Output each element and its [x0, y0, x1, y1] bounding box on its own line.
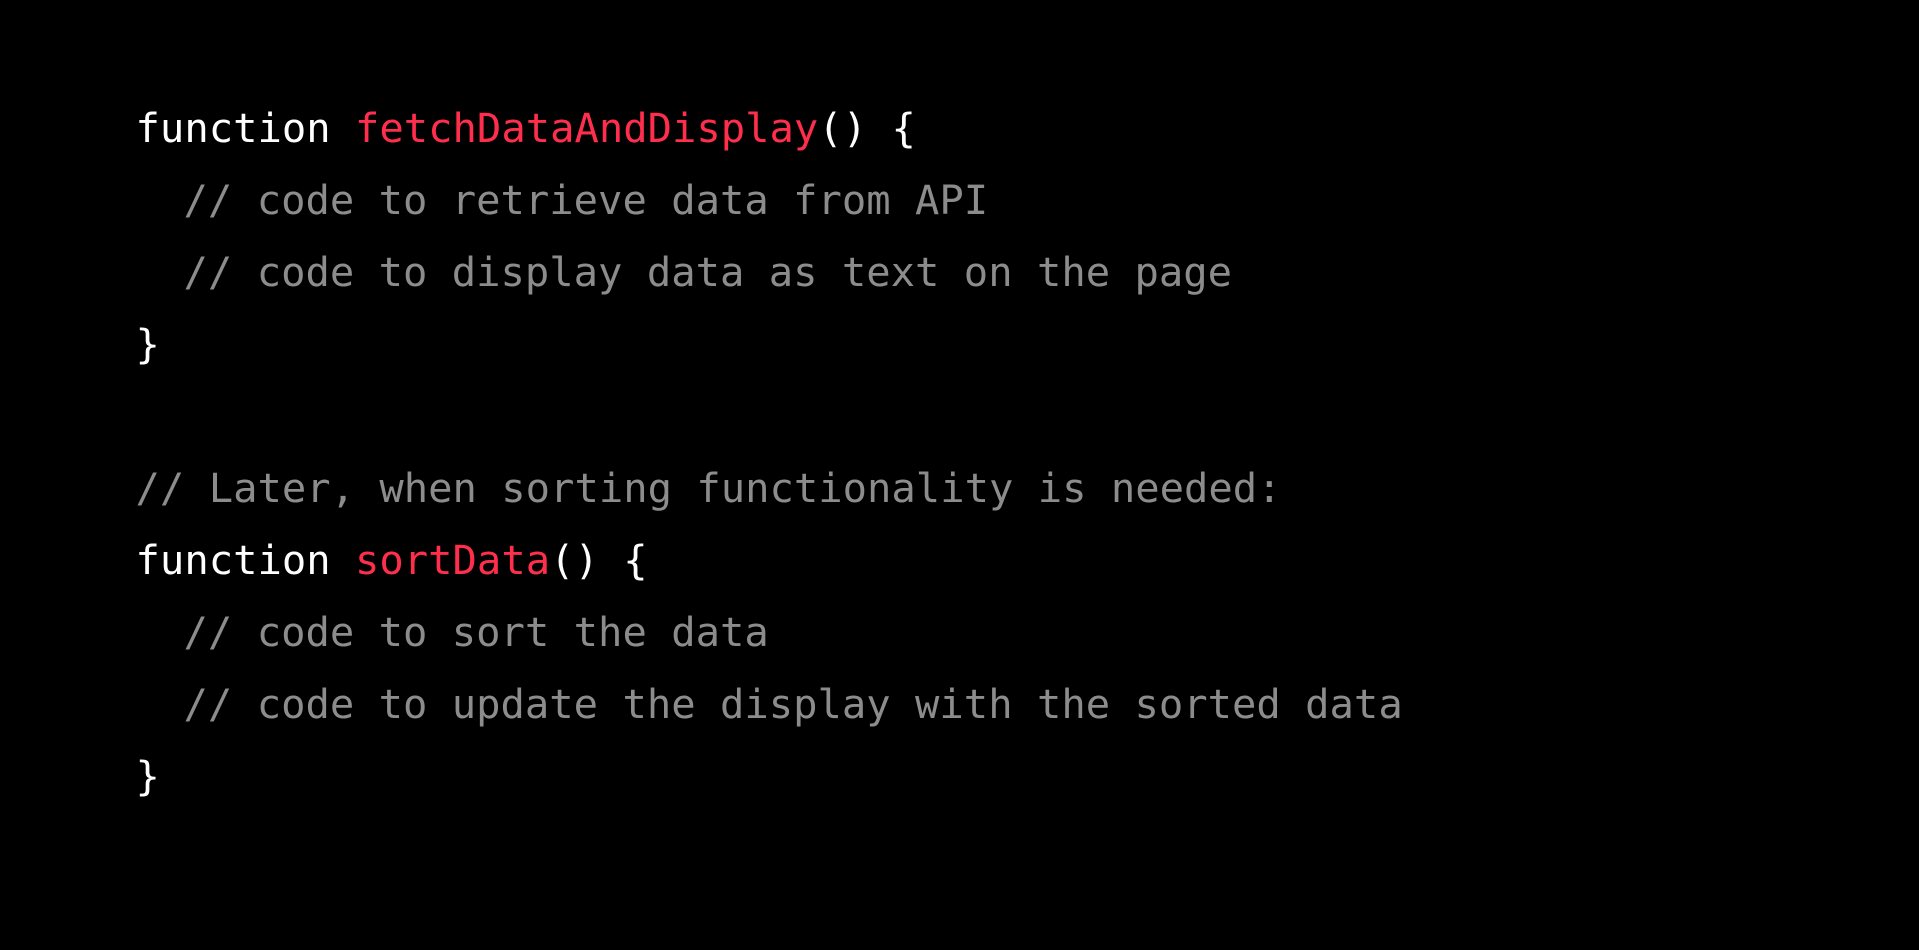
code-line-7: function sortData() {: [38, 470, 648, 584]
code-block: function fetchDataAndDisplay() { // code…: [38, 38, 1898, 800]
code-line-8: // code to sort the data: [38, 542, 769, 656]
code-line-10: }: [38, 686, 160, 800]
code-comment: // code to display data as text on the p…: [183, 248, 1233, 296]
closing-brace: }: [135, 752, 160, 800]
code-line-1: function fetchDataAndDisplay() {: [38, 38, 916, 152]
code-comment: // code to update the display with the s…: [183, 680, 1403, 728]
code-line-2: // code to retrieve data from API: [38, 110, 989, 224]
code-line-9: // code to update the display with the s…: [38, 614, 1403, 728]
code-line-3: // code to display data as text on the p…: [38, 182, 1232, 296]
code-line-4: }: [38, 254, 160, 368]
code-line-6: // Later, when sorting functionality is …: [38, 398, 1282, 512]
closing-brace: }: [135, 320, 160, 368]
